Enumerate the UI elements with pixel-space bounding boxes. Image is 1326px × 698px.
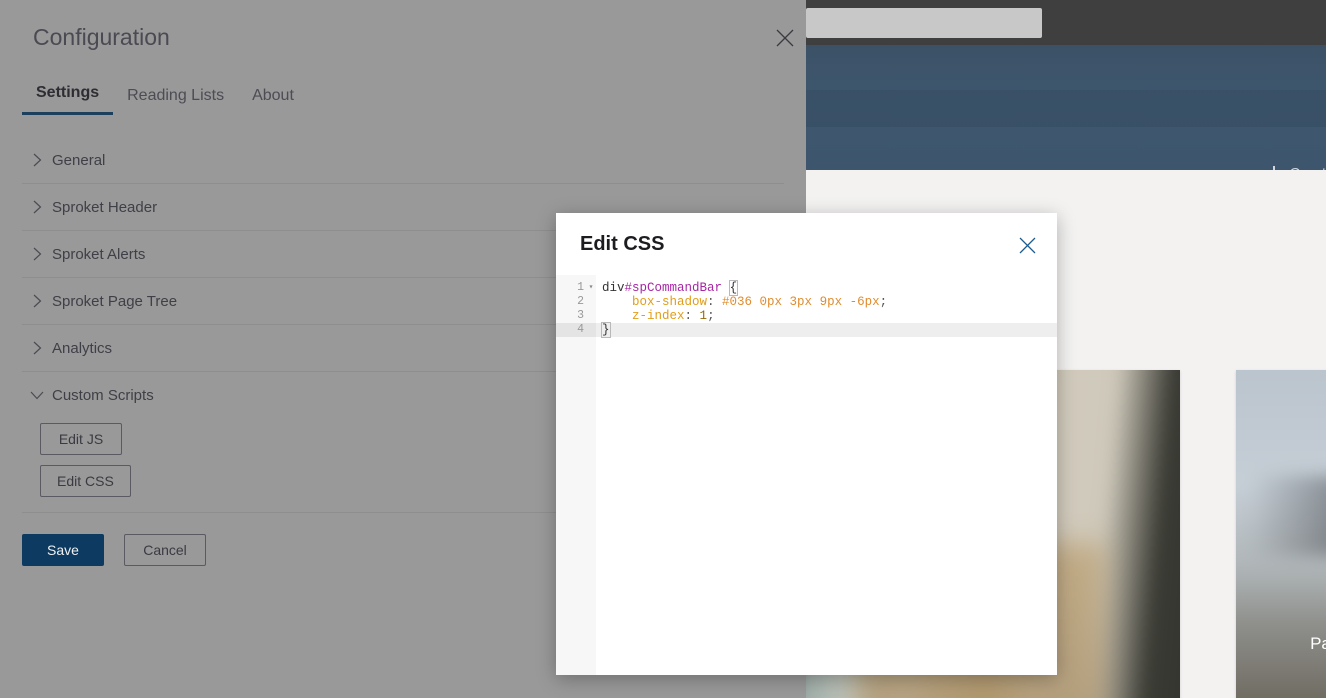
chevron-down-icon	[22, 391, 52, 400]
custom-scripts-buttons: Edit JS Edit CSS	[40, 423, 131, 507]
dialog-title: Edit CSS	[580, 232, 665, 255]
code-token: #036 0px 3px 9px -6px	[722, 295, 880, 309]
chevron-right-icon	[22, 200, 52, 214]
code-token: }	[601, 322, 611, 338]
accordion-label: Sproket Header	[52, 198, 158, 216]
code-token: 1	[699, 309, 708, 323]
chevron-right-icon	[22, 294, 52, 308]
chevron-right-icon	[22, 341, 52, 355]
code-token: ;	[707, 309, 715, 323]
tab-reading-lists-label: Reading Lists	[127, 87, 225, 104]
chevron-right-icon	[22, 153, 52, 167]
dialog-header: Edit CSS	[556, 213, 1057, 275]
css-code-editor[interactable]: 1 ▾ div#spCommandBar { 2 box-shadow: #03…	[556, 275, 1057, 675]
edit-css-dialog: Edit CSS 1 ▾ div#spCommandBar { 2 box-sh…	[556, 213, 1057, 675]
accordion-label: Sproket Page Tree	[52, 292, 178, 310]
save-button[interactable]: Save	[22, 534, 104, 566]
card-description: Packed wi only on n quadcopt stun	[1310, 634, 1326, 653]
tab-settings-label: Settings	[36, 84, 100, 101]
tab-about-label: About	[252, 87, 294, 104]
code-line-active[interactable]: 4 }	[556, 322, 1057, 338]
code-token: ;	[879, 295, 888, 309]
code-line[interactable]: 2 box-shadow: #036 0px 3px 9px -6px;	[556, 295, 1057, 309]
chevron-right-icon	[22, 247, 52, 261]
code-text: z-index: 1;	[596, 309, 715, 323]
close-icon[interactable]	[772, 25, 798, 51]
code-text: box-shadow: #036 0px 3px 9px -6px;	[596, 295, 887, 309]
line-number: 2	[577, 295, 584, 308]
code-text: div#spCommandBar {	[596, 280, 739, 296]
accordion-label: Analytics	[52, 339, 113, 357]
accordion-label: Custom Scripts	[52, 387, 154, 404]
screen: Creat 13 days Packed wi only on	[0, 0, 1326, 698]
code-token: :	[684, 309, 700, 323]
tab-settings[interactable]: Settings	[22, 78, 114, 115]
accordion-label: General	[52, 151, 106, 169]
tab-reading-lists[interactable]: Reading Lists	[113, 81, 238, 115]
line-number: 1	[577, 281, 584, 294]
edit-js-button[interactable]: Edit JS	[40, 423, 122, 455]
edit-css-button[interactable]: Edit CSS	[40, 465, 131, 497]
fold-arrow-icon[interactable]: ▾	[586, 281, 596, 295]
card-drone[interactable]: 13 days Packed wi only on n quadcopt stu…	[1236, 370, 1326, 698]
accordion-label: Sproket Alerts	[52, 245, 146, 263]
code-token: div	[602, 281, 625, 295]
code-text: }	[596, 322, 611, 338]
line-number: 3	[577, 309, 584, 322]
code-line[interactable]: 3 z-index: 1;	[556, 309, 1057, 323]
panel-actions: Save Cancel	[22, 534, 206, 566]
close-icon[interactable]	[1015, 233, 1039, 257]
code-lines: 1 ▾ div#spCommandBar { 2 box-shadow: #03…	[556, 280, 1057, 338]
code-line[interactable]: 1 ▾ div#spCommandBar {	[556, 280, 1057, 296]
line-number: 4	[577, 323, 584, 336]
accordion-item-general[interactable]: General	[22, 137, 784, 184]
page-title: Configuration	[33, 24, 170, 50]
search-input[interactable]	[806, 8, 1042, 38]
tab-about[interactable]: About	[238, 81, 308, 115]
cancel-button[interactable]: Cancel	[124, 534, 206, 566]
code-token: box-shadow	[632, 295, 708, 309]
code-token: :	[707, 295, 723, 309]
code-token: {	[728, 280, 739, 296]
code-token: z-index	[632, 309, 685, 323]
card-drone-overlay: 13 days Packed wi only on n quadcopt stu…	[1236, 370, 1326, 698]
card-drone-image: 13 days Packed wi only on n quadcopt stu…	[1236, 370, 1326, 698]
tab-bar: Settings Reading Lists About	[22, 78, 308, 115]
code-token: #spCommandBar	[624, 281, 723, 295]
